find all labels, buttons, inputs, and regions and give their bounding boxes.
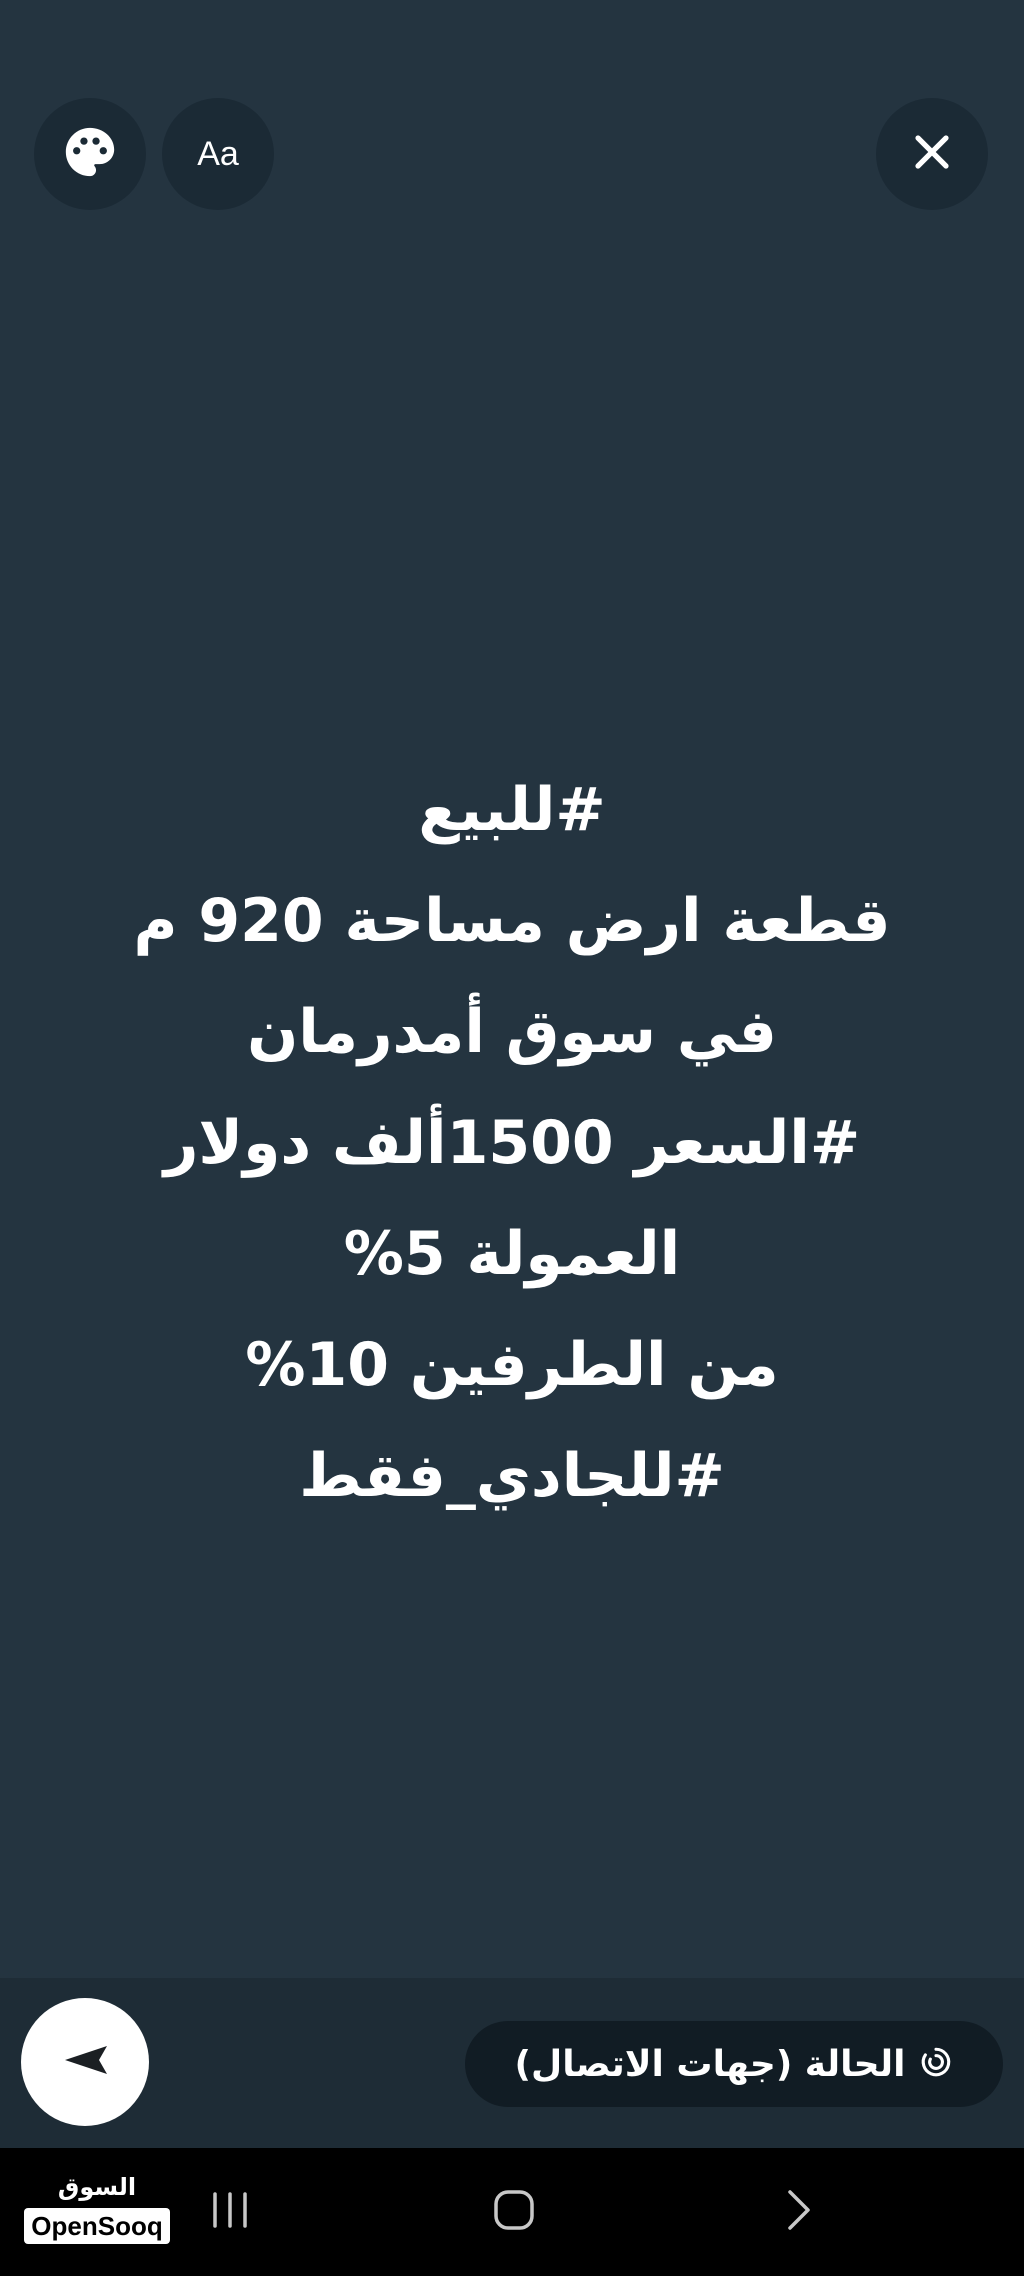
- send-button[interactable]: [21, 1998, 149, 2126]
- recent-apps-button[interactable]: [190, 2180, 270, 2244]
- color-palette-button[interactable]: [34, 98, 146, 210]
- recent-apps-icon: [207, 2190, 253, 2234]
- send-icon: [59, 2040, 111, 2084]
- text-style-label: Aa: [197, 134, 239, 173]
- audience-label: الحالة (جهات الاتصال): [514, 2043, 906, 2085]
- close-button[interactable]: [876, 98, 988, 210]
- status-text[interactable]: #للبيع قطعة ارض مساحة 920 م في سوق أمدرم…: [60, 755, 964, 1532]
- home-icon: [490, 2186, 538, 2238]
- status-line: #للبيع: [418, 775, 606, 845]
- status-line: في سوق أمدرمان: [247, 997, 777, 1067]
- audience-selector[interactable]: الحالة (جهات الاتصال): [465, 2021, 1003, 2107]
- status-line: قطعة ارض مساحة 920 م: [133, 886, 891, 956]
- palette-icon: [61, 123, 119, 185]
- opensooq-watermark: السوق المفتوح OpenSooq: [22, 2170, 172, 2256]
- composer-bar: الحالة (جهات الاتصال): [0, 1978, 1024, 2148]
- home-button[interactable]: [474, 2180, 554, 2244]
- text-style-button[interactable]: Aa: [162, 98, 274, 210]
- status-line: #السعر 1500ألف دولار: [163, 1108, 861, 1178]
- status-line: من الطرفين 10%: [245, 1330, 779, 1400]
- status-ring-icon: [919, 2045, 953, 2083]
- status-line: العمولة 5%: [343, 1219, 681, 1289]
- status-line: #للجادي_فقط: [299, 1441, 725, 1511]
- watermark-latin: OpenSooq: [24, 2208, 170, 2244]
- close-icon: [908, 128, 956, 180]
- back-button[interactable]: [758, 2180, 838, 2244]
- back-icon: [780, 2186, 816, 2238]
